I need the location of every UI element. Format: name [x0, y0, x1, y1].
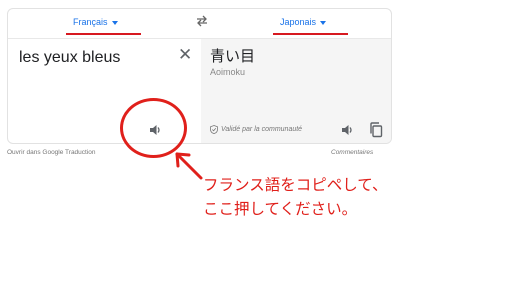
annotation-line-2: ここ押してください。	[203, 200, 358, 218]
source-language-underline	[66, 33, 141, 35]
source-language-select[interactable]: Français	[73, 17, 118, 27]
swap-arrows-icon	[197, 15, 207, 27]
annotation-arrow	[175, 152, 203, 180]
speaker-icon[interactable]	[341, 123, 355, 137]
target-language-select[interactable]: Japonais	[280, 17, 327, 27]
source-language-label: Français	[73, 17, 108, 27]
shield-check-icon	[210, 125, 218, 134]
target-language-label: Japonais	[280, 17, 317, 27]
open-in-google-translate-link[interactable]: Ouvrir dans Google Traduction	[7, 149, 96, 156]
language-bar: Français Japonais	[8, 9, 391, 39]
verified-badge: Validé par la communauté	[210, 125, 302, 134]
target-text: 青い目	[210, 48, 256, 65]
translate-widget: Français Japonais les yeux bleus ✕ 青い目 A…	[7, 8, 392, 144]
chevron-down-icon	[320, 20, 327, 25]
annotation-line-1: フランス語をコピペして、	[203, 176, 388, 194]
close-icon[interactable]: ✕	[178, 45, 192, 65]
swap-languages-button[interactable]	[195, 15, 209, 30]
chevron-down-icon	[111, 20, 118, 25]
copy-icon[interactable]	[369, 122, 383, 138]
target-romanization: Aoimoku	[210, 67, 246, 77]
annotation-text: フランス語をコピペして、 ここ押してください。	[203, 173, 387, 221]
feedback-link[interactable]: Commentaires	[331, 149, 373, 156]
verified-label: Validé par la communauté	[221, 126, 303, 133]
source-text-input[interactable]: les yeux bleus	[19, 49, 120, 67]
target-pane: 青い目 Aoimoku Validé par la communauté	[201, 39, 391, 143]
target-language-underline	[273, 33, 348, 35]
